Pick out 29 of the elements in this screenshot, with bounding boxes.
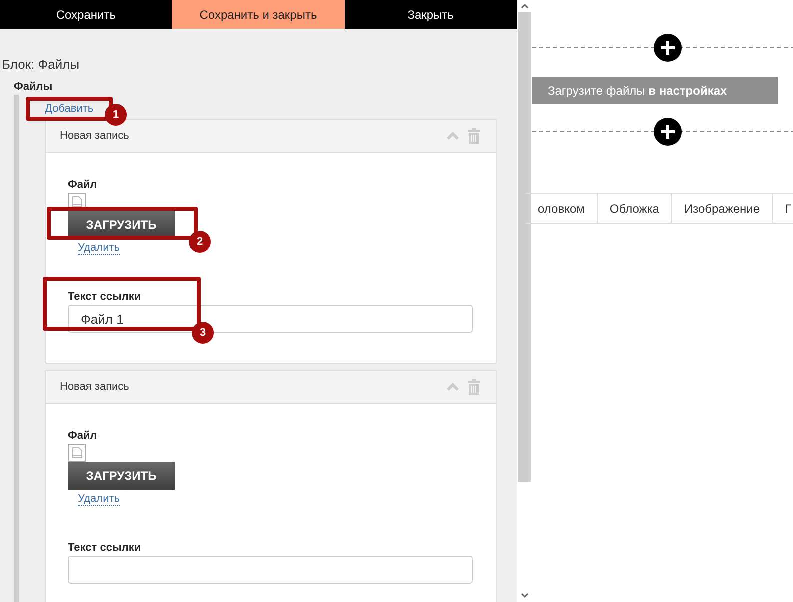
link-text-label: Текст ссылки (68, 542, 142, 554)
add-section-icon[interactable] (653, 33, 684, 63)
file-label: Файл (68, 430, 98, 442)
chevron-up-icon[interactable] (446, 131, 460, 141)
trash-icon[interactable] (468, 379, 480, 395)
add-link[interactable]: Добавить (45, 103, 94, 115)
trash-icon[interactable] (468, 128, 480, 144)
add-section-icon[interactable] (653, 117, 684, 147)
link-text-field[interactable] (68, 556, 473, 584)
layout-tab[interactable]: Изображение (672, 194, 774, 223)
entry-header: Новая запись (60, 130, 130, 142)
block-title: Блок: Файлы (2, 57, 81, 72)
delete-link[interactable]: Удалить (78, 493, 120, 506)
layout-tab[interactable]: Г (773, 194, 793, 223)
layout-tab[interactable]: Обложка (598, 194, 672, 223)
scroll-down-icon[interactable] (520, 593, 528, 599)
chevron-up-icon[interactable] (446, 382, 460, 392)
delete-link[interactable]: Удалить (78, 242, 120, 255)
field-label: Файлы (14, 81, 54, 93)
upload-button[interactable]: ЗАГРУЗИТЬ (68, 462, 175, 490)
notice-bar: Загрузите файлы в настройках (532, 77, 778, 104)
step-marker: 1 (105, 104, 127, 126)
link-text-label: Текст ссылки (68, 291, 142, 303)
file-label: Файл (68, 179, 98, 191)
layout-tab[interactable]: оловком (526, 194, 598, 223)
entry-header: Новая запись (60, 381, 130, 393)
toolbar-button[interactable]: Сохранить и закрыть (172, 0, 345, 29)
file-icon (68, 444, 86, 462)
scroll-up-icon[interactable] (520, 3, 528, 9)
